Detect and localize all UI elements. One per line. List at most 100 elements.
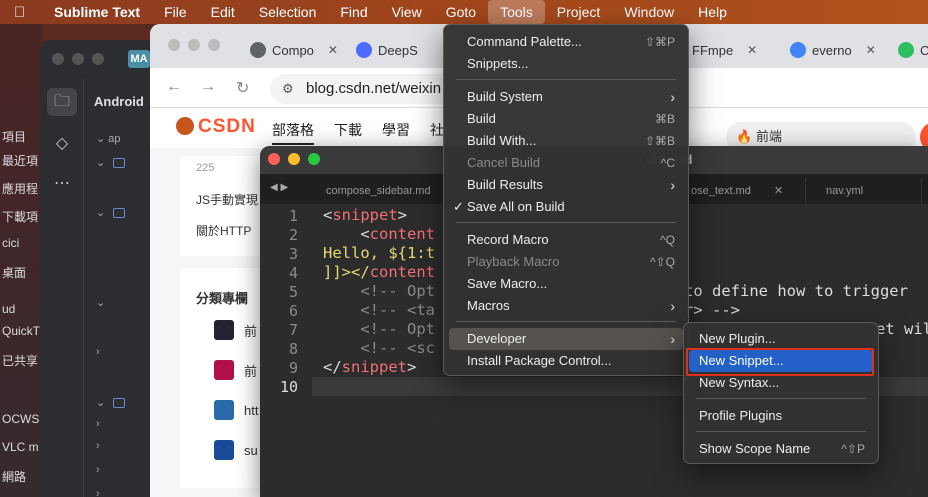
tree-row[interactable]: ⌄: [96, 156, 126, 169]
menubar-view[interactable]: View: [380, 0, 434, 24]
code-line[interactable]: <!-- Opt: [323, 320, 435, 338]
reload-icon[interactable]: ↻: [236, 78, 249, 98]
finder-item[interactable]: OCWS: [2, 412, 39, 426]
browser-tab[interactable]: C: [890, 32, 928, 68]
folder-icon[interactable]: 🗀: [47, 88, 77, 116]
apple-icon[interactable]: : [14, 4, 42, 21]
components-icon[interactable]: ◇: [47, 130, 77, 158]
csdn-logo[interactable]: CSDN: [176, 116, 256, 138]
menu-item-macros[interactable]: Macros ›: [449, 295, 683, 317]
tree-row[interactable]: ⌄: [96, 396, 126, 409]
article-link[interactable]: 關於HTTP: [196, 222, 251, 239]
menubar-find[interactable]: Find: [328, 0, 379, 24]
menu-item-command-palette[interactable]: Command Palette... ⇧⌘P: [449, 31, 683, 53]
menu-item-build-with[interactable]: Build With... ⇧⌘B: [449, 130, 683, 152]
nav-community[interactable]: 社: [430, 120, 444, 140]
tree-row[interactable]: ›: [96, 418, 100, 430]
menubar-file[interactable]: File: [152, 0, 199, 24]
window-zoom-button[interactable]: [208, 39, 220, 51]
menu-item-profile-plugins[interactable]: Profile Plugins: [689, 405, 873, 427]
menubar-selection[interactable]: Selection: [247, 0, 329, 24]
finder-item[interactable]: QuickT: [2, 324, 40, 338]
menu-item-snippets[interactable]: Snippets...: [449, 53, 683, 75]
finder-item[interactable]: VLC m: [2, 440, 39, 454]
code-line[interactable]: <content: [323, 225, 435, 243]
more-icon[interactable]: ⋯: [47, 170, 77, 198]
browser-tab[interactable]: everno ✕: [782, 32, 876, 68]
browser-tab[interactable]: DeepS: [348, 32, 418, 68]
finder-item[interactable]: cici: [2, 236, 19, 250]
tree-row-app[interactable]: ⌄ ap: [96, 132, 121, 145]
finder-item[interactable]: 應用程: [2, 180, 38, 197]
code-line[interactable]: Hello, ${1:t: [323, 244, 435, 262]
site-settings-icon[interactable]: ⚙: [282, 74, 294, 104]
menubar-help[interactable]: Help: [686, 0, 739, 24]
address-bar[interactable]: ⚙ blog.csdn.net/weixin: [270, 74, 470, 104]
window-minimize-button[interactable]: [188, 39, 200, 51]
menu-item-save-macro[interactable]: Save Macro...: [449, 273, 683, 295]
menu-item-show-scope-name[interactable]: Show Scope Name ^⇧P: [689, 438, 873, 460]
menu-item-new-plugin[interactable]: New Plugin...: [689, 328, 873, 350]
code-line[interactable]: ]]></content: [323, 263, 435, 281]
nav-blog[interactable]: 部落格: [272, 120, 314, 145]
category-item[interactable]: 前: [214, 360, 257, 380]
category-item[interactable]: su: [214, 440, 258, 460]
browser-tab[interactable]: Compo ✕: [242, 32, 338, 68]
menu-item-record-macro[interactable]: Record Macro ^Q: [449, 229, 683, 251]
finder-item[interactable]: 網路: [2, 468, 26, 485]
tab-scroll-arrows[interactable]: ◀ ▶: [270, 182, 288, 193]
menu-item-save-all-on-build[interactable]: ✓ Save All on Build: [449, 196, 683, 218]
window-zoom-button[interactable]: [92, 53, 104, 65]
menu-item-install-package-control[interactable]: Install Package Control...: [449, 350, 683, 372]
menu-item-build-results[interactable]: Build Results ›: [449, 174, 683, 196]
finder-item[interactable]: 桌面: [2, 264, 26, 281]
close-icon[interactable]: ✕: [328, 43, 338, 57]
menubar-window[interactable]: Window: [612, 0, 686, 24]
tab-label: C: [920, 42, 928, 58]
finder-item[interactable]: 已共享: [2, 352, 38, 369]
tree-row[interactable]: ›: [96, 346, 100, 358]
code-line-tail: to define how to trigger: [684, 282, 908, 300]
close-icon[interactable]: ✕: [747, 43, 757, 57]
code-line[interactable]: <!-- Opt: [323, 282, 435, 300]
nav-download[interactable]: 下載: [334, 120, 362, 140]
code-line[interactable]: <!-- <sc: [323, 339, 435, 357]
code-line[interactable]: </snippet>: [323, 358, 416, 376]
tree-row[interactable]: ⌄: [96, 206, 126, 219]
browser-tab[interactable]: FFmpe ✕: [684, 32, 757, 68]
forward-icon[interactable]: →: [200, 78, 216, 96]
menubar-edit[interactable]: Edit: [199, 0, 247, 24]
close-icon[interactable]: ✕: [774, 185, 783, 197]
tree-row[interactable]: ›: [96, 488, 100, 497]
tree-row[interactable]: ›: [96, 440, 100, 452]
window-close-button[interactable]: [168, 39, 180, 51]
tree-row[interactable]: ⌄: [96, 296, 105, 309]
menu-item-build-system[interactable]: Build System ›: [449, 86, 683, 108]
back-icon[interactable]: ←: [166, 78, 182, 96]
finder-item[interactable]: 最近項: [2, 152, 38, 169]
menu-label: Show Scope Name: [699, 441, 811, 456]
finder-item[interactable]: 下載項: [2, 208, 38, 225]
menubar-app-name[interactable]: Sublime Text: [42, 0, 152, 24]
project-badge[interactable]: MA: [128, 50, 150, 68]
close-icon[interactable]: ✕: [866, 43, 876, 57]
code-line[interactable]: <!-- <ta: [323, 301, 435, 319]
editor-tab[interactable]: ose_text.md ✕: [676, 178, 806, 204]
menu-item-build[interactable]: Build ⌘B: [449, 108, 683, 130]
nav-learn[interactable]: 學習: [382, 120, 410, 140]
category-item[interactable]: 前: [214, 320, 257, 340]
code-line[interactable]: <snippet>: [323, 206, 407, 224]
menubar-project[interactable]: Project: [545, 0, 613, 24]
editor-tab[interactable]: compose_sidebar.md: [312, 178, 452, 204]
tree-row[interactable]: ›: [96, 464, 100, 476]
editor-tab[interactable]: nav.yml: [812, 178, 922, 204]
menu-item-developer[interactable]: Developer ›: [449, 328, 683, 350]
article-link[interactable]: JS手動實現: [196, 191, 258, 208]
category-item[interactable]: htt: [214, 400, 258, 420]
window-close-button[interactable]: [52, 53, 64, 65]
finder-item[interactable]: ud: [2, 302, 15, 316]
menubar-tools[interactable]: Tools: [488, 0, 545, 24]
finder-item[interactable]: 項目: [2, 128, 26, 145]
menubar-goto[interactable]: Goto: [434, 0, 488, 24]
window-minimize-button[interactable]: [72, 53, 84, 65]
